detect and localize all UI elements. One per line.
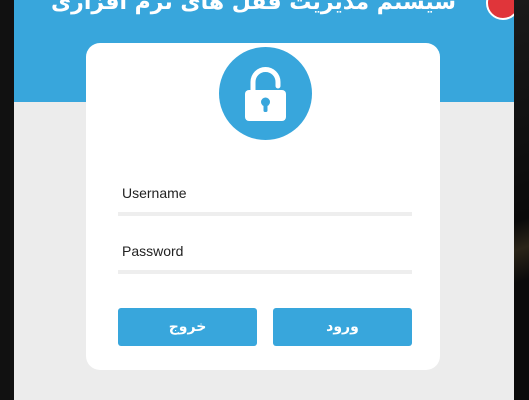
exit-button[interactable]: خروج	[118, 308, 257, 346]
right-dark-border	[514, 0, 529, 400]
login-card: خروج ورود	[86, 43, 440, 370]
lock-icon-circle	[219, 47, 312, 140]
screen: سیستم مدیریت قفل های نرم افزاری خ	[0, 0, 529, 400]
page-title: سیستم مدیریت قفل های نرم افزاری	[51, 0, 456, 15]
left-dark-border	[0, 0, 14, 400]
password-field	[118, 234, 412, 274]
logo-badge-icon	[486, 0, 514, 20]
password-input[interactable]	[118, 234, 412, 268]
padlock-icon	[245, 67, 286, 121]
username-input[interactable]	[118, 176, 412, 210]
password-underline	[118, 270, 412, 274]
login-button[interactable]: ورود	[273, 308, 412, 346]
username-field	[118, 176, 412, 216]
app-window: سیستم مدیریت قفل های نرم افزاری خ	[14, 0, 514, 400]
username-underline	[118, 212, 412, 216]
